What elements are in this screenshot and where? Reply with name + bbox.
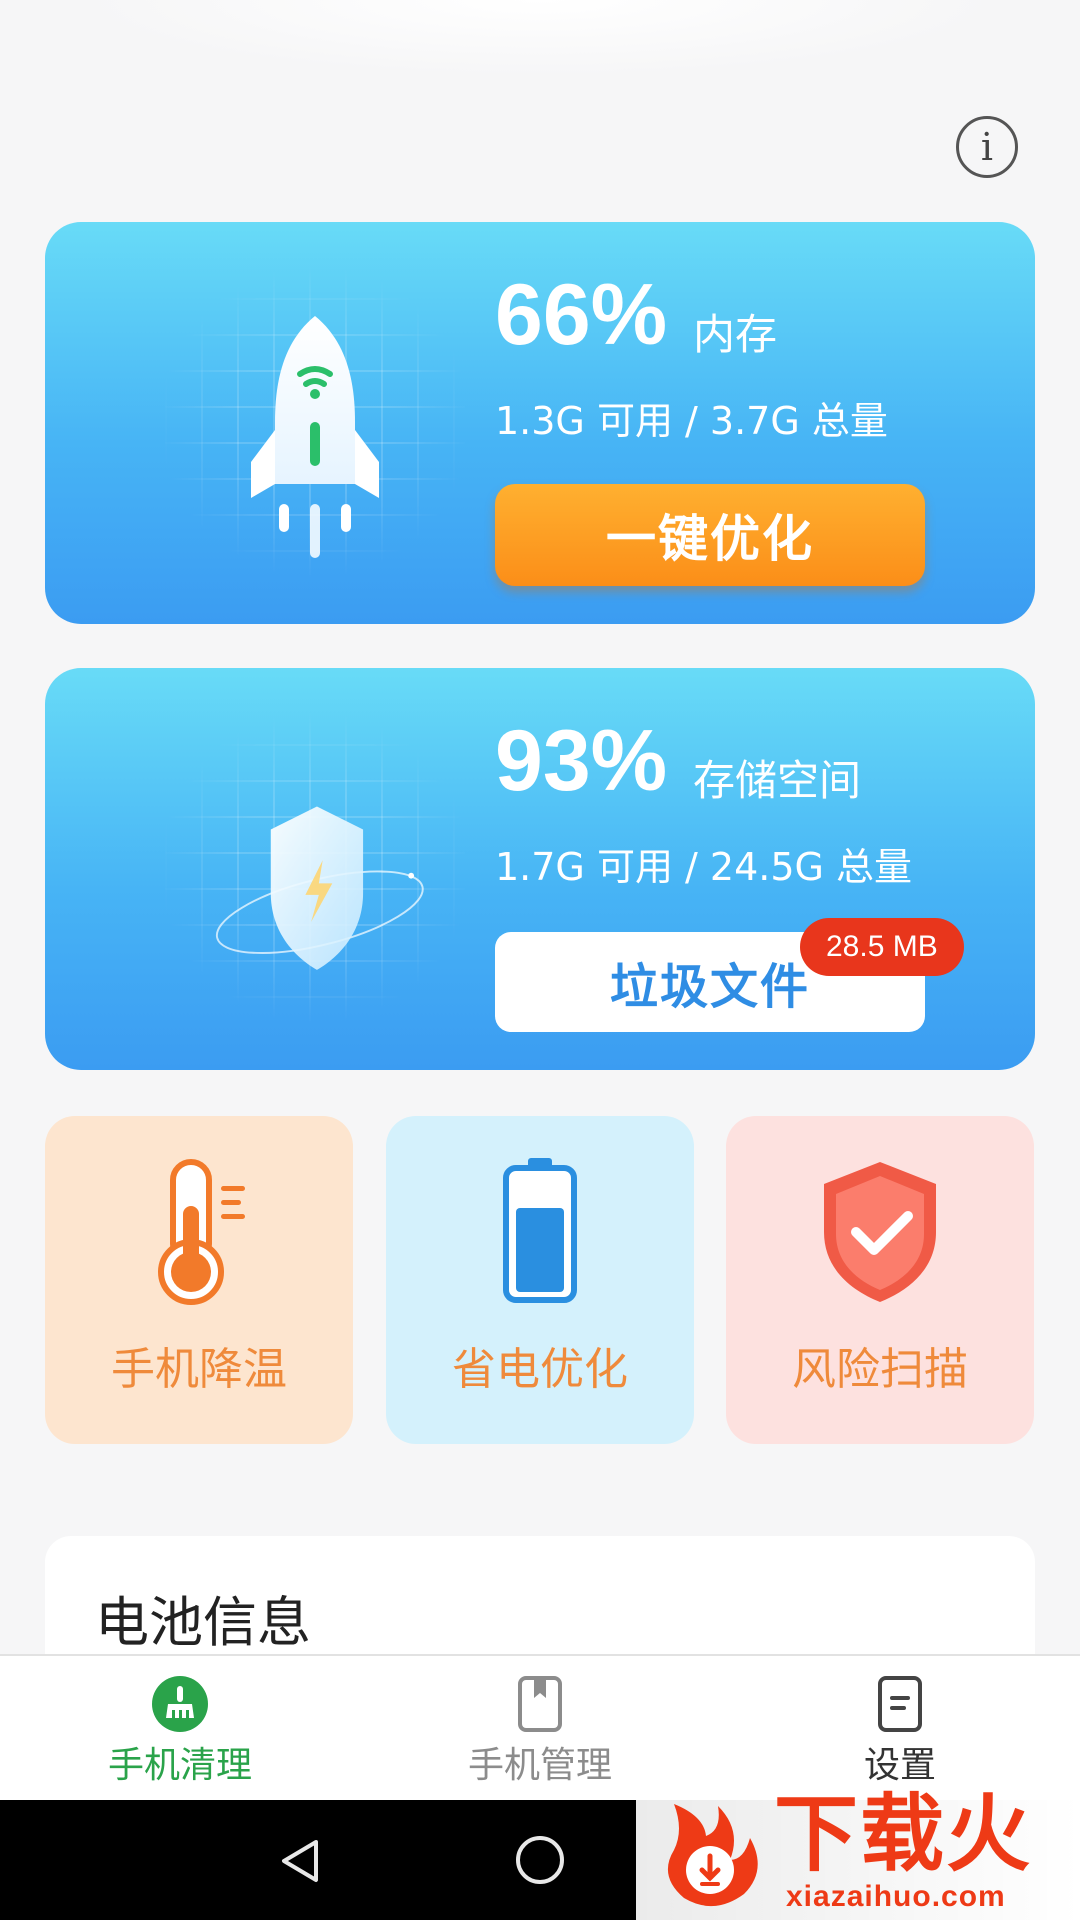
- memory-label: 内存: [693, 310, 778, 359]
- storage-label: 存储空间: [693, 756, 862, 805]
- phone-screen: i 66% 内存 1.3G 可用 / 3.7G 总量 一键优化 93% 存储空间…: [0, 0, 1080, 1920]
- memory-percent: 66%: [495, 267, 668, 363]
- tool-tile-cooling[interactable]: 手机降温: [45, 1116, 353, 1444]
- thermometer-icon: [158, 1159, 245, 1305]
- flame-download-icon: [667, 1804, 758, 1907]
- shield-check-icon: [824, 1162, 936, 1302]
- watermark-url: xiazaihuo.com: [786, 1880, 1006, 1913]
- tool-label-cooling: 手机降温: [111, 1344, 287, 1395]
- watermark-title: 下载火: [774, 1785, 1033, 1883]
- storage-percent: 93%: [495, 713, 668, 809]
- battery-info-title: 电池信息: [95, 1591, 311, 1654]
- storage-card: 93% 存储空间 1.7G 可用 / 24.5G 总量 垃圾文件: [45, 668, 1035, 1070]
- back-triangle-icon[interactable]: [276, 1836, 326, 1886]
- tool-label-power-saving: 省电优化: [452, 1344, 628, 1395]
- info-icon[interactable]: i: [956, 116, 1018, 178]
- shield-lightning-icon: [215, 806, 424, 970]
- tool-tile-risk-scan[interactable]: 风险扫描: [726, 1116, 1034, 1444]
- top-glow: [0, 0, 1080, 90]
- tab-phone-clean[interactable]: 手机清理: [0, 1656, 360, 1802]
- tool-tile-power-saving[interactable]: 省电优化: [386, 1116, 694, 1444]
- bookmark-icon: [518, 1676, 562, 1732]
- tab-phone-manage[interactable]: 手机管理: [360, 1656, 720, 1802]
- home-circle-icon[interactable]: [514, 1834, 566, 1886]
- tab-label-phone-manage: 手机管理: [467, 1745, 612, 1786]
- memory-card: 66% 内存 1.3G 可用 / 3.7G 总量 一键优化: [45, 222, 1035, 624]
- one-click-optimize-button[interactable]: 一键优化: [495, 484, 925, 586]
- bottom-tab-bar: 手机清理 手机管理 设置: [0, 1654, 1080, 1802]
- tab-settings[interactable]: 设置: [720, 1656, 1080, 1802]
- memory-detail: 1.3G 可用 / 3.7G 总量: [495, 399, 888, 443]
- junk-size-badge: 28.5 MB: [800, 918, 964, 976]
- broom-icon: [152, 1676, 208, 1732]
- tool-label-risk-scan: 风险扫描: [792, 1344, 968, 1395]
- watermark-logo: 下载火 xiazaihuo.com: [636, 1784, 1080, 1920]
- tab-label-settings: 设置: [863, 1745, 936, 1786]
- document-icon: [878, 1676, 922, 1732]
- rocket-icon: [251, 316, 379, 558]
- tab-label-phone-clean: 手机清理: [107, 1745, 252, 1786]
- storage-detail: 1.7G 可用 / 24.5G 总量: [495, 845, 913, 889]
- battery-icon: [503, 1158, 577, 1303]
